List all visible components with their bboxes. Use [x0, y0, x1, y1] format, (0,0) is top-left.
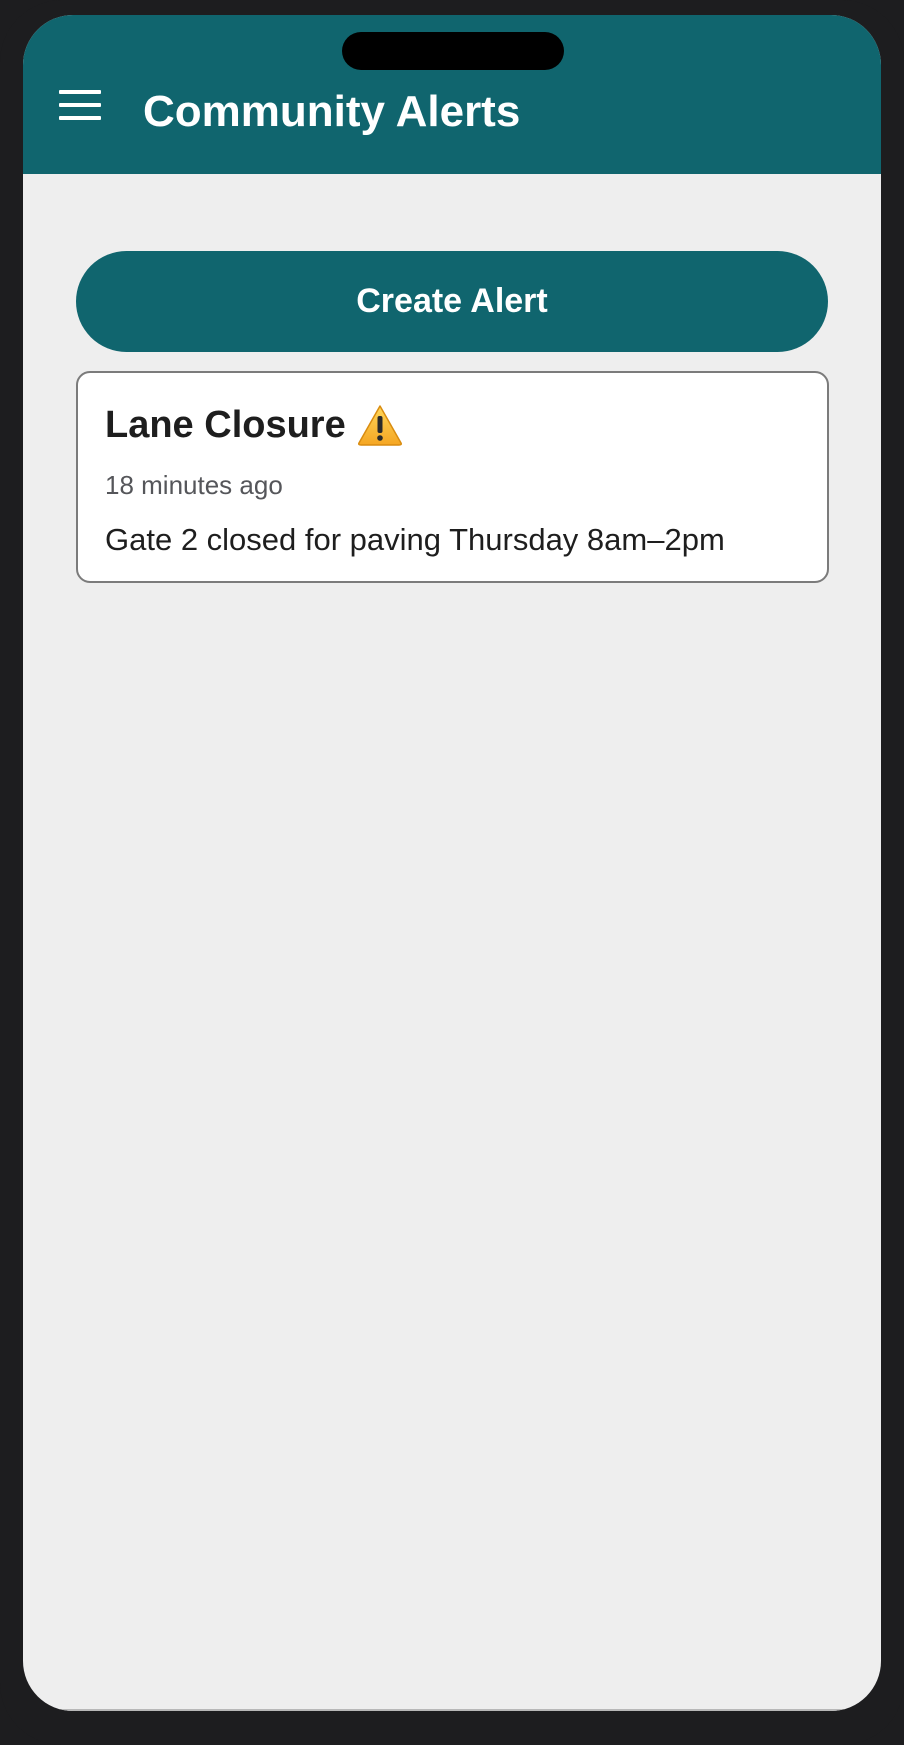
- camera-notch: [342, 32, 564, 70]
- hamburger-menu-icon[interactable]: [59, 90, 101, 120]
- alert-title: Lane Closure: [105, 404, 346, 446]
- create-alert-button[interactable]: Create Alert: [76, 251, 828, 352]
- page-title: Community Alerts: [143, 87, 521, 136]
- screen-bottom-edge: [23, 1709, 881, 1711]
- app-screen: Community Alerts Create Alert Lane Closu…: [23, 15, 881, 1711]
- warning-icon: [357, 405, 402, 446]
- alert-timestamp: 18 minutes ago: [105, 470, 283, 500]
- alert-title-row: Lane Closure: [105, 403, 403, 447]
- alert-description: Gate 2 closed for paving Thursday 8am–2p…: [105, 522, 725, 557]
- phone-frame: Community Alerts Create Alert Lane Closu…: [0, 0, 904, 1745]
- app-bar: Community Alerts: [23, 15, 881, 174]
- alert-card[interactable]: Lane Closure 18 minutes ago Gate 2 close…: [76, 371, 829, 583]
